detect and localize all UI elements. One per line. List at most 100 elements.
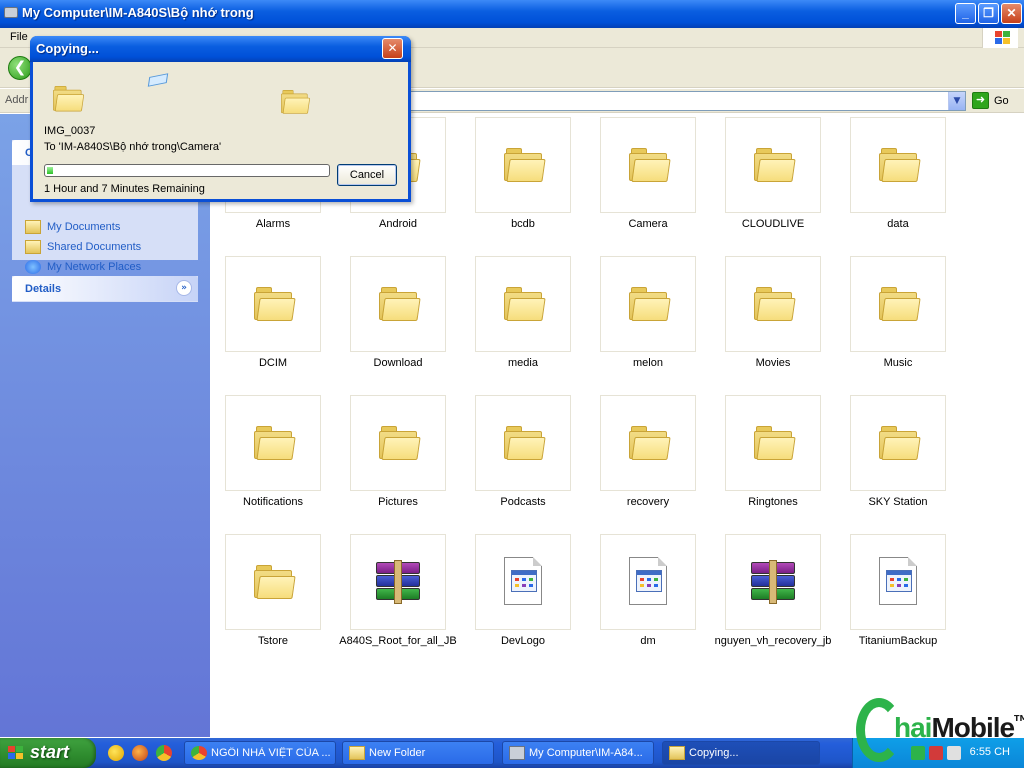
item-thumbnail xyxy=(350,256,446,352)
place-label: Shared Documents xyxy=(47,241,142,253)
file-item-label: Music xyxy=(883,357,913,369)
dialog-title: Copying... xyxy=(36,41,99,56)
folder-icon xyxy=(629,426,671,460)
go-button[interactable]: ➜ Go xyxy=(972,92,1022,110)
file-item-label: Notifications xyxy=(243,496,303,508)
taskbar-button-my-computer[interactable]: My Computer\IM-A84... xyxy=(502,741,654,765)
window-titlebar[interactable]: My Computer\IM-A840S\Bộ nhớ trong _ ❐ ✕ xyxy=(0,0,1024,28)
chevron-down-icon[interactable]: ▼ xyxy=(948,92,965,110)
taskbar-button-label: NGÔI NHÀ VIỆT CỦA ... xyxy=(211,747,331,759)
start-button[interactable]: start xyxy=(0,738,96,768)
file-item[interactable]: Movies xyxy=(703,256,843,391)
file-item[interactable]: media xyxy=(453,256,593,391)
folder-icon xyxy=(379,287,421,321)
file-item-label: Podcasts xyxy=(500,496,546,508)
file-item[interactable]: nguyen_vh_recovery_jb xyxy=(703,534,843,669)
file-item-label: Pictures xyxy=(378,496,418,508)
dialog-titlebar[interactable]: Copying... ✕ xyxy=(30,36,411,62)
menu-file[interactable]: File xyxy=(10,31,28,43)
logo-text: haiMobile xyxy=(894,712,1015,743)
file-item-label: CLOUDLIVE xyxy=(741,218,805,230)
application-file-icon xyxy=(504,557,542,605)
file-item[interactable]: DCIM xyxy=(203,256,343,391)
drive-icon xyxy=(4,7,18,18)
file-item[interactable]: dm xyxy=(578,534,718,669)
item-thumbnail xyxy=(350,395,446,491)
winrar-archive-icon xyxy=(376,560,420,604)
file-item[interactable]: A840S_Root_for_all_JB xyxy=(328,534,468,669)
chrome-icon[interactable] xyxy=(156,745,172,761)
folder-icon xyxy=(504,426,546,460)
time-remaining: 1 Hour and 7 Minutes Remaining xyxy=(44,183,205,195)
destination-folder-icon xyxy=(281,90,311,114)
messenger-icon[interactable] xyxy=(108,745,124,761)
logo-tm: TM xyxy=(1014,714,1024,723)
item-thumbnail xyxy=(725,534,821,630)
file-item-label: DevLogo xyxy=(500,635,546,647)
item-thumbnail xyxy=(225,395,321,491)
file-item[interactable]: bcdb xyxy=(453,117,593,252)
file-item-label: A840S_Root_for_all_JB xyxy=(339,635,457,647)
address-input[interactable]: ▼ xyxy=(410,91,966,111)
file-item[interactable]: SKY Station xyxy=(828,395,968,530)
task-pane: O My Documents Shared Documents My Netwo… xyxy=(0,114,210,737)
minimize-button[interactable]: _ xyxy=(955,3,976,24)
taskbar-button-label: Copying... xyxy=(689,747,739,759)
file-item[interactable]: recovery xyxy=(578,395,718,530)
file-item[interactable]: Podcasts xyxy=(453,395,593,530)
folder-icon xyxy=(879,148,921,182)
copying-file-name: IMG_0037 xyxy=(44,125,96,137)
folder-icon xyxy=(504,287,546,321)
firefox-icon[interactable] xyxy=(132,745,148,761)
device-icon xyxy=(509,746,525,760)
back-button[interactable]: ❮ xyxy=(8,56,32,80)
file-item[interactable]: Camera xyxy=(578,117,718,252)
file-item[interactable]: TitaniumBackup xyxy=(828,534,968,669)
file-item[interactable]: DevLogo xyxy=(453,534,593,669)
taskbar-button-label: My Computer\IM-A84... xyxy=(529,747,643,759)
maximize-button[interactable]: ❐ xyxy=(978,3,999,24)
close-button[interactable]: ✕ xyxy=(1001,3,1022,24)
dialog-close-button[interactable]: ✕ xyxy=(382,38,403,59)
file-item-label: Ringtones xyxy=(748,496,798,508)
item-thumbnail xyxy=(475,117,571,213)
file-item-label: nguyen_vh_recovery_jb xyxy=(714,635,832,647)
file-item-label: Alarms xyxy=(255,218,291,230)
expand-chevron-icon[interactable]: » xyxy=(176,280,192,296)
file-item-label: Movies xyxy=(755,357,791,369)
file-item[interactable]: Ringtones xyxy=(703,395,843,530)
window-title: My Computer\IM-A840S\Bộ nhớ trong xyxy=(22,5,254,20)
item-thumbnail xyxy=(850,256,946,352)
item-thumbnail xyxy=(475,256,571,352)
source-folder-icon xyxy=(53,86,85,112)
taskbar-button-new-folder[interactable]: New Folder xyxy=(342,741,494,765)
file-item[interactable]: Notifications xyxy=(203,395,343,530)
taskbar-button-browser[interactable]: NGÔI NHÀ VIỆT CỦA ... xyxy=(184,741,336,765)
file-item[interactable]: Tstore xyxy=(203,534,343,669)
copy-progress-bar xyxy=(44,164,330,177)
item-thumbnail xyxy=(475,534,571,630)
taskbar-button-copying[interactable]: Copying... xyxy=(662,741,820,765)
item-thumbnail xyxy=(725,395,821,491)
details-header[interactable]: Details » xyxy=(12,276,198,301)
folder-icon xyxy=(254,565,296,599)
cancel-button[interactable]: Cancel xyxy=(337,164,397,186)
details-title: Details xyxy=(25,283,62,295)
folder-icon xyxy=(629,287,671,321)
file-item[interactable]: Pictures xyxy=(328,395,468,530)
network-places-icon xyxy=(25,260,41,274)
file-item[interactable]: data xyxy=(828,117,968,252)
address-label: Addr xyxy=(5,94,29,106)
folder-icon xyxy=(754,148,796,182)
file-item[interactable]: Music xyxy=(828,256,968,391)
file-item[interactable]: Download xyxy=(328,256,468,391)
my-documents-icon xyxy=(25,220,41,234)
file-item-label: recovery xyxy=(626,496,670,508)
file-item[interactable]: melon xyxy=(578,256,718,391)
file-item[interactable]: CLOUDLIVE xyxy=(703,117,843,252)
go-label: Go xyxy=(994,95,1009,107)
folder-icon xyxy=(754,287,796,321)
folder-icon xyxy=(254,287,296,321)
folder-icon xyxy=(349,746,365,760)
item-thumbnail xyxy=(850,117,946,213)
